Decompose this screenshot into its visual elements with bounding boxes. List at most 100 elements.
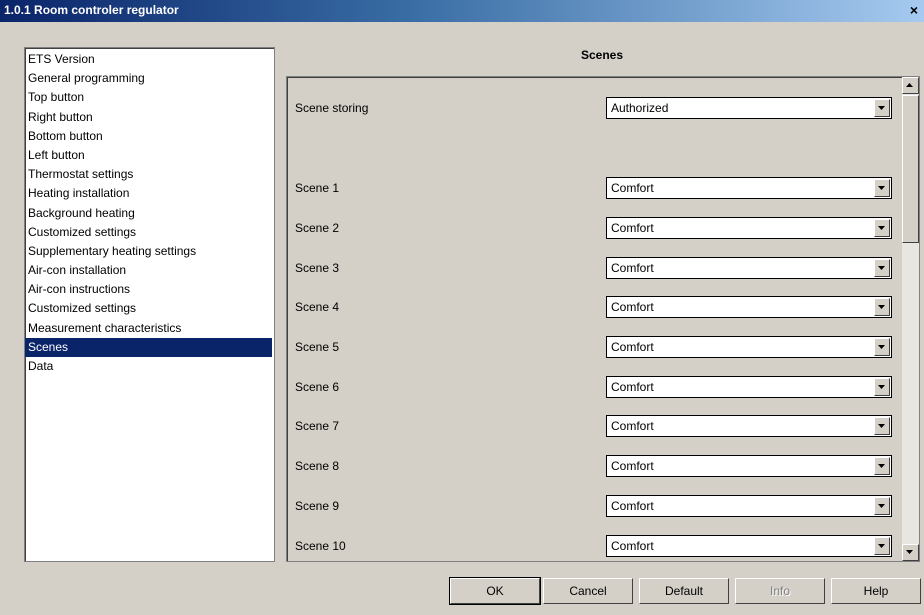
dropdown-button[interactable] — [874, 99, 890, 117]
scene-9-select[interactable]: Comfort — [606, 495, 892, 517]
dropdown-button[interactable] — [874, 298, 890, 316]
select-value: Comfort — [611, 181, 654, 195]
scene-3-select[interactable]: Comfort — [606, 257, 892, 279]
param-row-scene-5: Scene 5 Comfort — [287, 336, 892, 358]
scene-2-select[interactable]: Comfort — [606, 217, 892, 239]
tree-item-data[interactable]: Data — [25, 357, 274, 376]
scene-10-select[interactable]: Comfort — [606, 535, 892, 557]
tree-item-heating-installation[interactable]: Heating installation — [25, 184, 274, 203]
chevron-down-icon — [878, 106, 885, 110]
tree-item-customized-settings-heating[interactable]: Customized settings — [25, 223, 274, 242]
select-value: Comfort — [611, 300, 654, 314]
chevron-down-icon — [878, 266, 885, 270]
scene-6-select[interactable]: Comfort — [606, 376, 892, 398]
close-icon[interactable]: × — [906, 2, 922, 18]
scene-7-select[interactable]: Comfort — [606, 415, 892, 437]
dropdown-button[interactable] — [874, 417, 890, 435]
parameter-tree[interactable]: ETS Version General programming Top butt… — [24, 47, 275, 562]
scene-4-select[interactable]: Comfort — [606, 296, 892, 318]
dropdown-button[interactable] — [874, 497, 890, 515]
param-label: Scene storing — [295, 101, 369, 115]
tree-item-left-button[interactable]: Left button — [25, 146, 274, 165]
chevron-down-icon — [878, 544, 885, 548]
title-bar[interactable]: 1.0.1 Room controler regulator × — [0, 0, 924, 22]
chevron-down-icon — [878, 186, 885, 190]
param-row-scene-storing: Scene storing Authorized — [287, 97, 892, 119]
chevron-down-icon — [878, 305, 885, 309]
select-value: Comfort — [611, 221, 654, 235]
info-button: Info — [735, 578, 825, 604]
scene-8-select[interactable]: Comfort — [606, 455, 892, 477]
dropdown-button[interactable] — [874, 537, 890, 555]
parameter-panel: Scene storing Authorized Scene 1 Comfort… — [286, 76, 920, 562]
param-row-scene-2: Scene 2 Comfort — [287, 217, 892, 239]
param-label: Scene 7 — [295, 419, 340, 433]
tree-item-measurement-characteristics[interactable]: Measurement characteristics — [25, 319, 274, 338]
dropdown-button[interactable] — [874, 378, 890, 396]
section-title: Scenes — [580, 48, 624, 62]
param-row-scene-10: Scene 10 Comfort — [287, 535, 892, 557]
param-label: Scene 6 — [295, 380, 340, 394]
arrow-up-icon — [906, 83, 913, 87]
dropdown-button[interactable] — [874, 259, 890, 277]
param-row-scene-7: Scene 7 Comfort — [287, 415, 892, 437]
scene-storing-select[interactable]: Authorized — [606, 97, 892, 119]
select-value: Comfort — [611, 380, 654, 394]
tree-item-right-button[interactable]: Right button — [25, 108, 274, 127]
param-label: Scene 8 — [295, 459, 340, 473]
default-button[interactable]: Default — [639, 578, 729, 604]
tree-item-top-button[interactable]: Top button — [25, 88, 274, 107]
tree-item-customized-settings-aircon[interactable]: Customized settings — [25, 299, 274, 318]
dropdown-button[interactable] — [874, 179, 890, 197]
param-row-scene-4: Scene 4 Comfort — [287, 296, 892, 318]
cancel-button[interactable]: Cancel — [543, 578, 633, 604]
scrollbar-thumb[interactable] — [902, 95, 919, 243]
select-value: Comfort — [611, 459, 654, 473]
param-label: Scene 5 — [295, 340, 340, 354]
scene-5-select[interactable]: Comfort — [606, 336, 892, 358]
tree-item-thermostat-settings[interactable]: Thermostat settings — [25, 165, 274, 184]
scroll-up-button[interactable] — [902, 77, 919, 94]
param-label: Scene 9 — [295, 499, 340, 513]
window-title: 1.0.1 Room controler regulator — [4, 3, 179, 17]
param-row-scene-8: Scene 8 Comfort — [287, 455, 892, 477]
tree-item-scenes[interactable]: Scenes — [25, 337, 272, 357]
tree-item-air-con-installation[interactable]: Air-con installation — [25, 261, 274, 280]
param-row-scene-9: Scene 9 Comfort — [287, 495, 892, 517]
param-label: Scene 1 — [295, 181, 340, 195]
select-value: Comfort — [611, 499, 654, 513]
dropdown-button[interactable] — [874, 338, 890, 356]
chevron-down-icon — [878, 385, 885, 389]
param-label: Scene 2 — [295, 221, 340, 235]
select-value: Comfort — [611, 419, 654, 433]
select-value: Comfort — [611, 539, 654, 553]
tree-item-supplementary-heating-settings[interactable]: Supplementary heating settings — [25, 242, 274, 261]
ok-button[interactable]: OK — [449, 577, 541, 605]
help-button[interactable]: Help — [831, 578, 921, 604]
param-label: Scene 3 — [295, 261, 340, 275]
scene-1-select[interactable]: Comfort — [606, 177, 892, 199]
dialog-buttons: OK Cancel Default Info Help — [0, 577, 924, 605]
dropdown-button[interactable] — [874, 219, 890, 237]
dropdown-button[interactable] — [874, 457, 890, 475]
tree-item-general-programming[interactable]: General programming — [25, 69, 274, 88]
scroll-down-button[interactable] — [902, 544, 919, 561]
chevron-down-icon — [878, 504, 885, 508]
chevron-down-icon — [878, 424, 885, 428]
param-label: Scene 10 — [295, 539, 346, 553]
arrow-down-icon — [906, 550, 913, 554]
tree-item-background-heating[interactable]: Background heating — [25, 204, 274, 223]
select-value: Comfort — [611, 261, 654, 275]
tree-item-bottom-button[interactable]: Bottom button — [25, 127, 274, 146]
tree-item-air-con-instructions[interactable]: Air-con instructions — [25, 280, 274, 299]
select-value: Authorized — [611, 101, 669, 115]
chevron-down-icon — [878, 226, 885, 230]
select-value: Comfort — [611, 340, 654, 354]
chevron-down-icon — [878, 464, 885, 468]
param-row-scene-1: Scene 1 Comfort — [287, 177, 892, 199]
param-label: Scene 4 — [295, 300, 340, 314]
tree-item-ets-version[interactable]: ETS Version — [25, 50, 274, 69]
param-row-scene-3: Scene 3 Comfort — [287, 257, 892, 279]
vertical-scrollbar[interactable] — [902, 77, 919, 561]
chevron-down-icon — [878, 345, 885, 349]
